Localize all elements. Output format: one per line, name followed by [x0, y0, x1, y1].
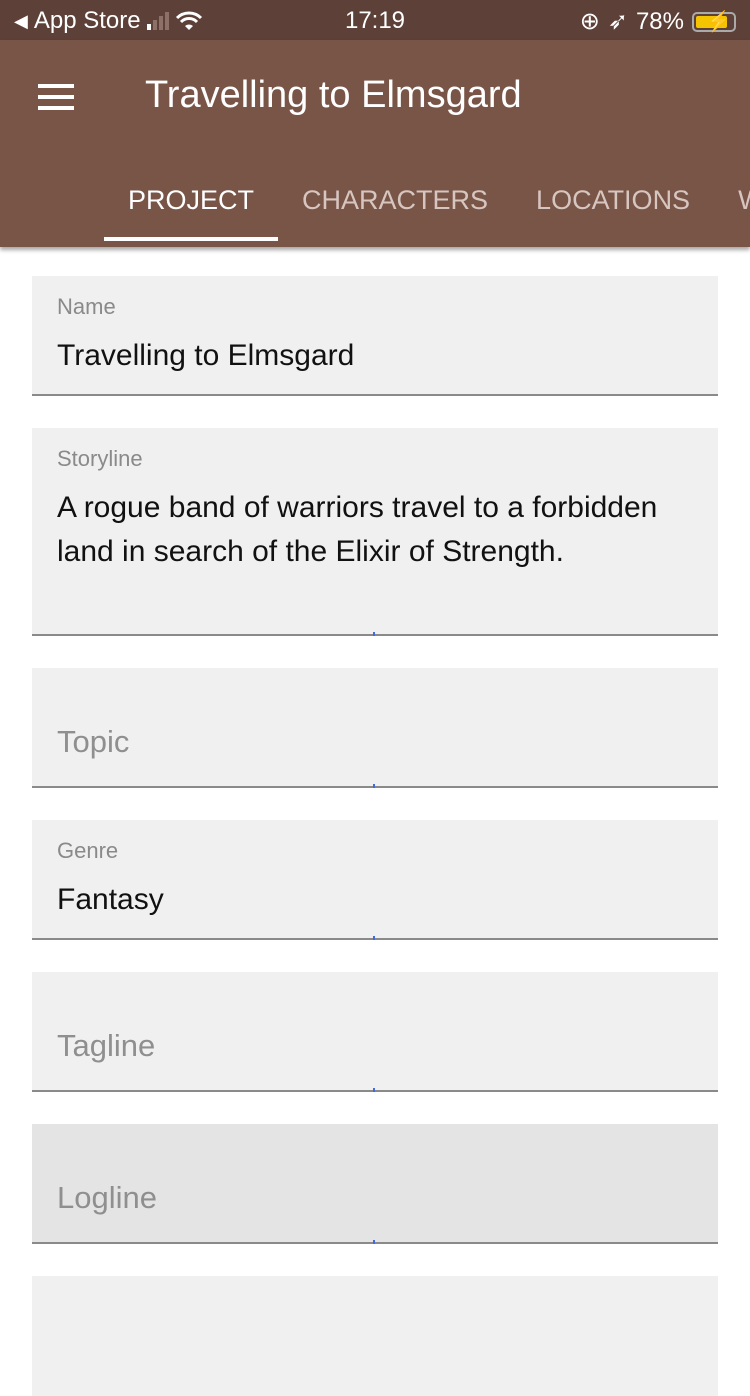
battery-percent: 78% — [635, 7, 684, 35]
field-placeholder: Topic — [57, 724, 130, 759]
topic-field[interactable]: Topic — [32, 668, 718, 788]
focus-ripple — [373, 1240, 375, 1244]
tab-characters[interactable]: CHARACTERS — [278, 170, 512, 241]
tab-more[interactable]: W — [714, 170, 750, 241]
field-value[interactable]: A rogue band of warriors travel to a for… — [57, 486, 658, 574]
focus-ripple — [373, 936, 375, 940]
field-placeholder: Tagline — [57, 1028, 156, 1063]
field-label: Genre — [57, 838, 119, 863]
field-placeholder: Logline — [57, 1180, 157, 1215]
tab-locations[interactable]: LOCATIONS — [512, 170, 714, 241]
battery-icon: ⚡ — [692, 11, 736, 33]
tagline-field[interactable]: Tagline — [32, 972, 718, 1092]
next-field[interactable] — [32, 1276, 718, 1396]
logline-field[interactable]: Logline — [32, 1124, 718, 1244]
location-icon: ➶ — [607, 8, 628, 35]
tab-project[interactable]: PROJECT — [104, 170, 279, 241]
focus-ripple — [373, 1088, 375, 1092]
storyline-field[interactable]: Storyline A rogue band of warriors trave… — [32, 428, 718, 636]
field-value[interactable]: Fantasy — [57, 878, 658, 922]
genre-field[interactable]: Genre Fantasy — [32, 820, 718, 940]
status-bar: ◀ App Store 17:19 ⊕ ➶ 78% ⚡ — [0, 0, 750, 40]
field-label: Name — [57, 294, 116, 319]
name-field[interactable]: Name Travelling to Elmsgard — [32, 276, 718, 396]
field-label: Storyline — [57, 446, 143, 471]
field-value[interactable]: Travelling to Elmsgard — [57, 334, 658, 378]
hamburger-menu-icon[interactable] — [38, 84, 74, 110]
page-title: Travelling to Elmsgard — [145, 74, 522, 116]
orientation-lock-icon: ⊕ — [579, 8, 600, 35]
app-bar: Travelling to Elmsgard PROJECT CHARACTER… — [0, 40, 750, 247]
focus-ripple — [373, 632, 375, 636]
focus-ripple — [373, 784, 375, 788]
tab-bar: PROJECT CHARACTERS LOCATIONS W — [104, 170, 750, 241]
